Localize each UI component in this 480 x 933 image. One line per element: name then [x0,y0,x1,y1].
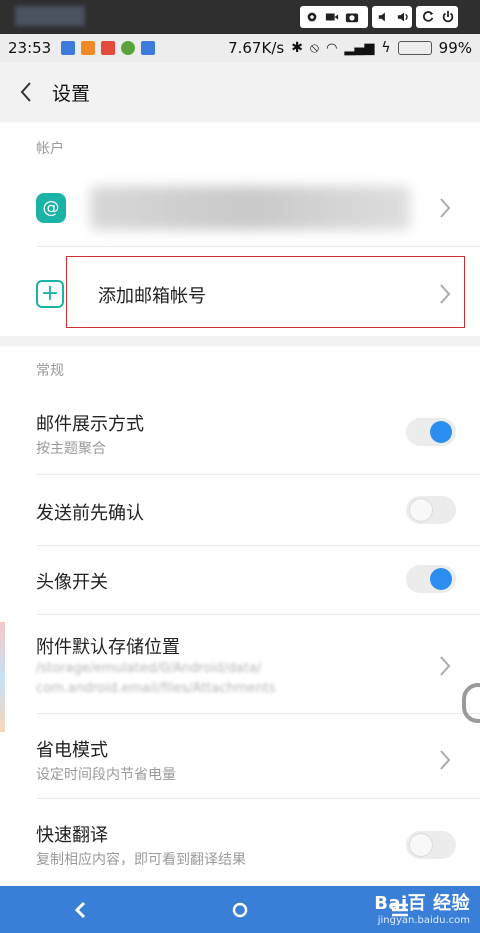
add-account-label: 添加邮箱帐号 [98,286,206,307]
status-time: 23:53 [8,39,52,57]
app-header: 设置 [0,62,480,122]
app-notification-icon [61,41,76,55]
power-controls [416,6,458,28]
section-label-general: 常规 [36,363,64,379]
divider [36,246,480,247]
setting-mail-display[interactable]: 邮件展示方式 按主题聚合 [0,392,480,474]
volume-down-icon[interactable] [377,10,391,24]
section-gap [0,336,480,346]
add-account-row[interactable]: + 添加邮箱帐号 [0,258,480,330]
capture-controls [300,6,368,28]
section-label-account: 帐户 [36,141,64,157]
status-right: 7.67K/s ✱ ⦸ ◠ ▂▄▆ ϟ 99% [228,39,472,57]
toggle-switch[interactable] [406,565,456,593]
app-notification-icon [141,41,156,55]
account-row[interactable]: @ [0,170,480,246]
setting-title: 发送前先确认 [36,503,144,524]
setting-path-line: com.android.email/files/Attachments [36,681,276,696]
page-title: 设置 [52,82,91,105]
general-section: 常规 邮件展示方式 按主题聚合 发送前先确认 头像开关 附件默认存储位置 /st… [0,346,480,886]
status-bar: 23:53 7.67K/s ✱ ⦸ ◠ ▂▄▆ ϟ 99% [0,34,480,62]
battery-percent: 99% [438,39,472,57]
top-toolbar-strip [0,0,480,34]
setting-subtitle: 按主题聚合 [36,441,106,457]
gear-icon[interactable] [305,10,319,24]
nav-home-icon[interactable] [210,886,270,933]
at-sign-icon: @ [36,193,66,223]
mute-icon: ⦸ [309,40,320,56]
setting-subtitle: 复制相应内容，即可看到翻译结果 [36,852,246,868]
back-chevron-icon[interactable] [6,62,46,122]
navigation-bar: Bai百 经验 jingyan.baidu.com [0,886,480,933]
toggle-switch[interactable] [406,496,456,524]
setting-quick-translate[interactable]: 快速翻译 复制相应内容，即可看到翻译结果 [0,799,480,886]
signal-icon: ▂▄▆ [344,40,375,56]
chevron-right-icon [440,750,451,770]
plus-icon: + [36,280,64,308]
bluetooth-icon: ✱ [291,40,303,56]
setting-attachment-location[interactable]: 附件默认存储位置 /storage/emulated/0/Android/dat… [0,615,480,713]
setting-title: 头像开关 [36,572,108,593]
setting-title: 附件默认存储位置 [36,637,180,658]
app-notification-icon [81,41,96,55]
floating-assist-button[interactable] [462,683,480,723]
side-edge-strip [0,622,5,732]
account-section: 帐户 @ + 添加邮箱帐号 [0,122,480,336]
setting-path-line: /storage/emulated/0/Android/data/ [36,661,262,676]
nav-back-icon[interactable] [50,886,110,933]
battery-icon [397,41,432,55]
setting-title: 邮件展示方式 [36,414,144,435]
notification-icons [61,41,156,55]
setting-title: 快速翻译 [36,825,108,846]
app-notification-icon [101,41,116,55]
setting-power-saving[interactable]: 省电模式 设定时间段内节省电量 [0,714,480,798]
chevron-right-icon [440,284,451,304]
watermark-logo: Bai百 经验 [374,893,470,914]
baidu-watermark: Bai百 经验 jingyan.baidu.com [374,889,470,926]
refresh-icon[interactable] [421,10,435,24]
setting-avatar-switch[interactable]: 头像开关 [0,546,480,614]
chevron-right-icon [440,198,451,218]
toggle-switch[interactable] [406,418,456,446]
setting-confirm-before-send[interactable]: 发送前先确认 [0,475,480,545]
camera-icon[interactable] [345,10,359,24]
chevron-right-icon [440,656,451,676]
setting-subtitle: 设定时间段内节省电量 [36,767,176,783]
account-email-redacted [90,186,410,230]
volume-controls [372,6,412,28]
wifi-icon: ◠ [326,40,338,56]
android-icon [121,41,136,55]
volume-up-icon[interactable] [397,10,411,24]
blurred-region [15,6,85,26]
video-icon[interactable] [325,10,339,24]
power-icon[interactable] [441,10,455,24]
watermark-url: jingyan.baidu.com [377,915,470,926]
charging-icon: ϟ [381,40,391,56]
setting-title: 省电模式 [36,740,108,761]
network-speed: 7.67K/s [228,39,285,57]
toggle-switch[interactable] [406,831,456,859]
